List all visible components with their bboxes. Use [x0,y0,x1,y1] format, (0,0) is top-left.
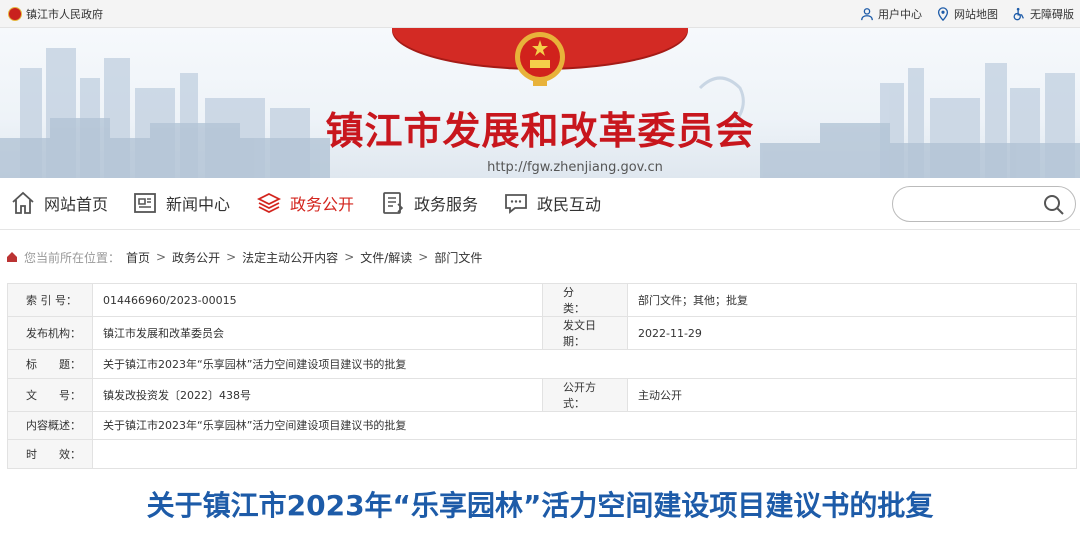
search-input[interactable] [907,194,1037,216]
category-value: 部门文件；其他；批复 [627,283,1077,317]
breadcrumb-lead: 您当前所在位置： [24,250,121,265]
breadcrumb-docs[interactable]: 文件/解读 [360,249,412,266]
summary-label: 内容概述： [7,410,93,440]
search-icon[interactable] [1043,194,1065,216]
main-nav: 网站首页 新闻中心 政务公开 政务服务 政民互动 [0,178,1080,230]
nav-gov-service[interactable]: 政务服务 [380,188,478,218]
site-map-link[interactable]: 网站地图 [936,6,998,22]
site-title: 镇江市发展和改革委员会 [325,108,755,153]
site-banner: 镇江市发展和改革委员会 http://fgw.zhenjiang.gov.cn [0,28,1080,178]
breadcrumb-statutory[interactable]: 法定主动公开内容 [242,249,338,266]
table-row: 发布机构： 镇江市发展和改革委员会 发文日期： 2022-11-29 [7,316,1077,350]
nav-home-label: 网站首页 [44,195,109,214]
site-url: http://fgw.zhenjiang.gov.cn [487,160,663,175]
nav-gov-service-label: 政务服务 [414,195,479,214]
national-emblem-icon [8,7,22,21]
index-no-value: 014466960/2023-00015 [92,283,543,317]
document-title: 关于镇江市2023年“乐享园林”活力空间建设项目建议书的批复 [146,489,934,522]
accessible-version-label: 无障碍版 [1030,8,1074,21]
doc-number-value: 镇发改投资发〔2022〕438号 [92,377,543,412]
nav-interaction-label: 政民互动 [537,195,602,214]
table-row: 索 引 号： 014466960/2023-00015 分 类： 部门文件；其他… [7,283,1077,317]
user-center-label: 用户中心 [878,8,922,21]
summary-value: 关于镇江市2023年“乐享园林”活力空间建设项目建议书的批复 [92,410,1077,440]
table-row: 文 号： 镇发改投资发〔2022〕438号 公开方式： 主动公开 [7,377,1077,412]
publisher-value: 镇江市发展和改革委员会 [92,316,543,350]
nav-home[interactable]: 网站首页 [10,188,108,218]
document-info-table: 索 引 号： 014466960/2023-00015 分 类： 部门文件；其他… [7,283,1077,469]
location-pin-icon [937,7,949,21]
category-label: 分 类： [542,283,628,317]
search-box [892,186,1076,222]
nav-gov-affairs[interactable]: 政务公开 [256,188,354,218]
top-bar: 镇江市人民政府 用户中心 网站地图 无障碍版 [0,0,1080,28]
national-emblem-icon [515,32,565,86]
issue-date-label: 发文日期： [542,316,628,350]
validity-value [92,439,1077,469]
city-gov-label: 镇江市人民政府 [26,8,103,21]
nav-news[interactable]: 新闻中心 [132,188,230,218]
user-center-link[interactable]: 用户中心 [860,6,922,22]
breadcrumb-dept-docs[interactable]: 部门文件 [434,249,482,266]
service-icon [383,192,404,214]
table-row: 时 效： [7,439,1077,469]
site-map-label: 网站地图 [954,8,998,21]
breadcrumb-separator: > [156,250,167,264]
index-no-label: 索 引 号： [7,283,93,317]
city-gov-link[interactable]: 镇江市人民政府 [8,6,103,22]
publisher-label: 发布机构： [7,316,93,350]
home-icon [7,252,17,262]
doc-number-label: 文 号： [7,377,93,412]
breadcrumb-home[interactable]: 首页 [126,249,150,266]
user-icon [861,8,873,21]
title-label: 标 题： [7,349,93,379]
breadcrumb-separator: > [418,250,429,264]
breadcrumb: 您当前所在位置： 首页 > 政务公开 > 法定主动公开内容 > 文件/解读 > … [6,248,482,266]
chat-icon [505,194,527,214]
breadcrumb-separator: > [344,250,355,264]
breadcrumb-separator: > [226,250,237,264]
table-row: 标 题： 关于镇江市2023年“乐享园林”活力空间建设项目建议书的批复 [7,349,1077,379]
validity-label: 时 效： [7,439,93,469]
disclosure-method-label: 公开方式： [542,377,628,412]
table-row: 内容概述： 关于镇江市2023年“乐享园林”活力空间建设项目建议书的批复 [7,410,1077,440]
nav-gov-affairs-label: 政务公开 [290,195,355,214]
issue-date-value: 2022-11-29 [627,316,1077,350]
layers-icon [256,192,282,214]
news-icon [134,193,156,213]
home-icon [12,191,34,214]
wheelchair-icon [1013,7,1024,21]
accessible-version-link[interactable]: 无障碍版 [1012,6,1074,22]
nav-interaction[interactable]: 政民互动 [503,188,601,218]
disclosure-method-value: 主动公开 [627,377,1077,412]
title-value: 关于镇江市2023年“乐享园林”活力空间建设项目建议书的批复 [92,349,1077,379]
breadcrumb-gov-affairs[interactable]: 政务公开 [172,249,220,266]
nav-news-label: 新闻中心 [166,195,231,214]
